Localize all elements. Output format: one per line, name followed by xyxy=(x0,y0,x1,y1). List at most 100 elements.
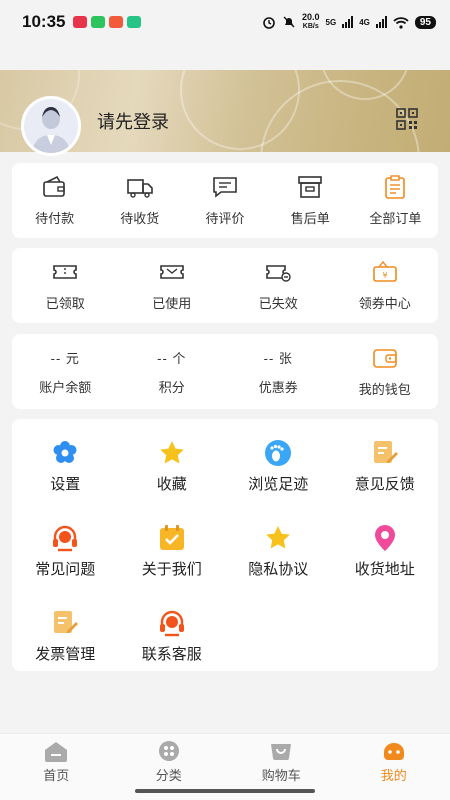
service-history[interactable]: 浏览足迹 xyxy=(225,439,332,524)
coupon-used[interactable]: 已使用 xyxy=(119,248,226,323)
order-label: 全部订单 xyxy=(369,211,422,226)
coupons-count[interactable]: -- 张 优惠券 xyxy=(225,334,332,409)
cart-icon xyxy=(271,744,292,760)
services-card: 设置 收藏 浏览足迹 意见反馈 常见问题 关于我们 隐私协议 收货地址 发票管理… xyxy=(12,419,438,671)
service-label: 联系客服 xyxy=(141,646,202,663)
service-label: 设置 xyxy=(50,476,81,493)
login-prompt[interactable]: 请先登录 xyxy=(97,108,169,134)
clipboard-icon xyxy=(385,175,406,199)
notification-app-icon xyxy=(127,16,142,28)
coupon-center[interactable]: ¥ 领券中心 xyxy=(332,248,439,323)
coupon-label: 已失效 xyxy=(258,296,298,311)
home-indicator[interactable] xyxy=(135,789,315,793)
service-invoice[interactable]: 发票管理 xyxy=(12,609,119,694)
order-pending-payment[interactable]: 待付款 xyxy=(12,163,97,238)
service-settings[interactable]: 设置 xyxy=(12,439,119,524)
ticket-expired-icon xyxy=(266,265,291,282)
service-favorites[interactable]: 收藏 xyxy=(119,439,226,524)
coupon-claimed[interactable]: 已领取 xyxy=(12,248,119,323)
star-icon xyxy=(159,441,184,464)
net-speed-value: 20.0 xyxy=(302,12,320,22)
footprint-icon xyxy=(265,440,292,466)
service-feedback[interactable]: 意见反馈 xyxy=(332,439,439,524)
ticket-used-icon xyxy=(159,265,184,279)
network-type-label: 4G xyxy=(359,17,370,27)
ticket-icon xyxy=(53,265,78,279)
asset-label: 我的钱包 xyxy=(358,382,411,397)
order-label: 售后单 xyxy=(290,211,330,226)
settings-flower-icon xyxy=(53,441,77,463)
wifi-icon xyxy=(393,16,409,29)
service-label: 发票管理 xyxy=(35,646,96,663)
my-wallet[interactable]: 我的钱包 xyxy=(332,334,439,409)
account-balance[interactable]: -- 元 账户余额 xyxy=(12,334,119,409)
order-label: 待评价 xyxy=(205,211,245,226)
asset-label: 积分 xyxy=(158,379,185,395)
asset-label: 优惠券 xyxy=(258,379,298,395)
points-value: -- 个 xyxy=(157,350,187,366)
service-faq[interactable]: 常见问题 xyxy=(12,524,119,609)
battery-indicator: 95 xyxy=(414,15,436,29)
qr-code-icon[interactable] xyxy=(396,108,418,130)
network-type-label: 5G xyxy=(325,17,337,27)
service-label: 收藏 xyxy=(156,476,187,493)
wallet-icon xyxy=(42,175,65,197)
coupon-expired[interactable]: 已失效 xyxy=(225,248,332,323)
order-pending-review[interactable]: 待评价 xyxy=(182,163,267,238)
order-pending-receipt[interactable]: 待收货 xyxy=(97,163,182,238)
service-label: 关于我们 xyxy=(141,561,202,578)
coupons-card: 已领取 已使用 已失效 ¥ 领券中心 xyxy=(12,248,438,323)
headset-icon xyxy=(159,610,184,637)
service-label: 隐私协议 xyxy=(248,561,309,578)
service-label: 收货地址 xyxy=(354,561,415,578)
wechat-icon xyxy=(91,16,106,28)
service-address[interactable]: 收货地址 xyxy=(332,524,439,609)
coupon-center-icon: ¥ xyxy=(372,260,397,282)
tab-label: 首页 xyxy=(43,768,70,783)
net-speed-unit: KB/s xyxy=(302,23,319,30)
status-bar: 10:35 20.0 KB/s 5G 4G 95 xyxy=(0,0,450,44)
points[interactable]: -- 个 积分 xyxy=(119,334,226,409)
service-contact[interactable]: 联系客服 xyxy=(119,609,226,694)
comment-icon xyxy=(213,177,237,198)
coupons-value: -- 张 xyxy=(263,350,293,366)
tab-profile[interactable]: 我的 xyxy=(338,734,450,800)
service-label: 意见反馈 xyxy=(354,476,415,493)
order-all[interactable]: 全部订单 xyxy=(353,163,438,238)
location-pin-icon xyxy=(374,525,395,551)
service-about[interactable]: 关于我们 xyxy=(119,524,226,609)
feedback-icon xyxy=(373,441,398,463)
coupon-label: 领券中心 xyxy=(358,296,411,311)
signal-icon xyxy=(375,16,387,28)
orders-card: 待付款 待收货 待评价 售后单 全部订单 xyxy=(12,163,438,238)
order-after-sales[interactable]: 售后单 xyxy=(268,163,353,238)
avatar[interactable] xyxy=(21,96,81,156)
tab-home[interactable]: 首页 xyxy=(0,734,113,800)
status-time: 10:35 xyxy=(22,12,66,31)
calendar-check-icon xyxy=(159,525,184,550)
star-icon xyxy=(266,526,291,549)
home-icon xyxy=(45,742,68,762)
headset-icon xyxy=(53,525,78,552)
balance-value: -- 元 xyxy=(50,350,80,366)
net-speed: 20.0 KB/s xyxy=(302,13,320,31)
asset-label: 账户余额 xyxy=(39,379,92,395)
box-icon xyxy=(298,176,323,198)
tab-label: 分类 xyxy=(155,768,182,783)
svg-text:¥: ¥ xyxy=(382,271,387,280)
signal-icon xyxy=(342,16,354,28)
service-label: 浏览足迹 xyxy=(248,476,309,493)
category-icon xyxy=(158,741,179,761)
truck-icon xyxy=(126,179,153,198)
mute-icon xyxy=(283,16,295,28)
service-privacy[interactable]: 隐私协议 xyxy=(225,524,332,609)
coupon-label: 已领取 xyxy=(45,296,85,311)
assets-card: -- 元 账户余额 -- 个 积分 -- 张 优惠券 我的钱包 xyxy=(12,334,438,409)
invoice-icon xyxy=(54,611,79,633)
purse-icon xyxy=(372,349,397,368)
tab-label: 购物车 xyxy=(261,768,301,783)
status-right: 20.0 KB/s 5G 4G 95 xyxy=(262,13,436,31)
order-label: 待收货 xyxy=(120,211,160,226)
order-label: 待付款 xyxy=(35,211,75,226)
notification-app-icon xyxy=(73,16,88,28)
